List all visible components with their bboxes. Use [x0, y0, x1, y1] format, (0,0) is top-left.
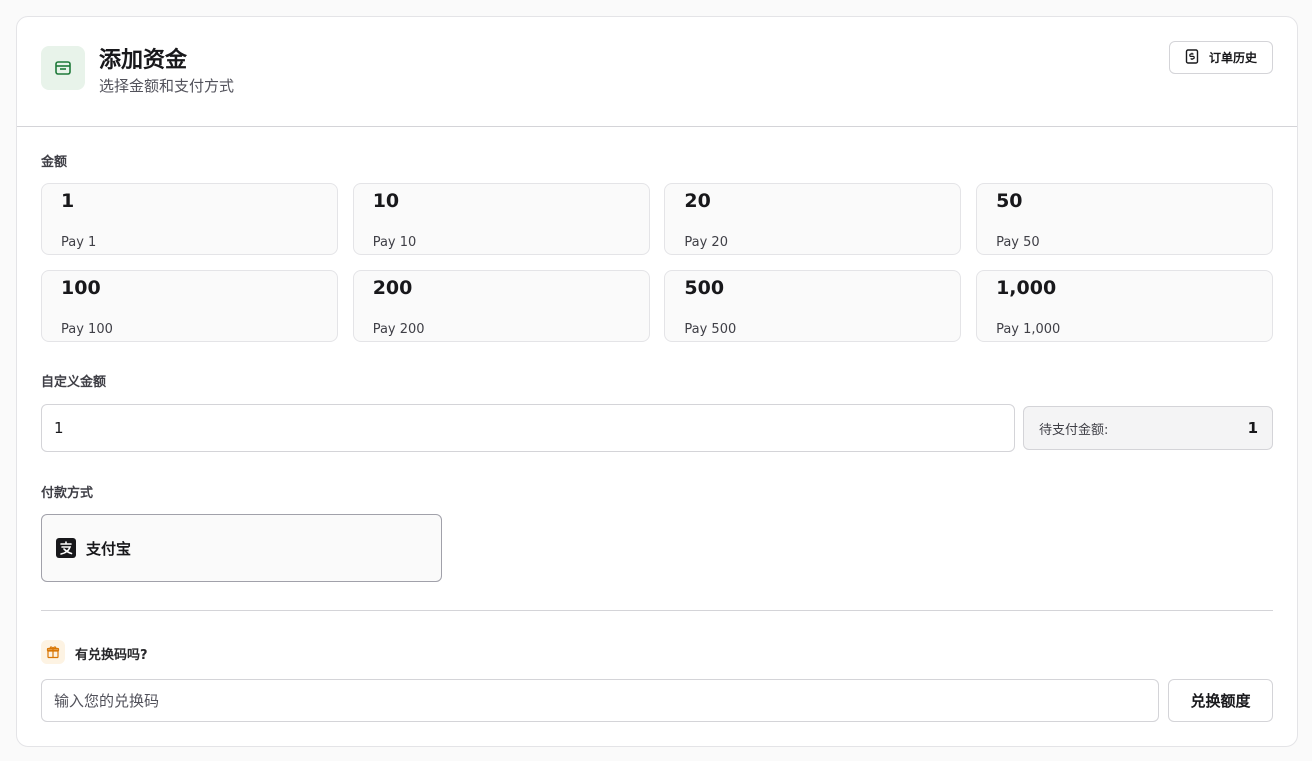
custom-amount-input[interactable] [41, 404, 1015, 452]
amount-option-200[interactable]: 200 Pay 200 [352, 270, 650, 342]
amount-option-1000[interactable]: 1,000 Pay 1,000 [976, 270, 1274, 342]
amount-option-1[interactable]: 1 Pay 1 [41, 183, 338, 255]
amount-value: 500 [684, 277, 725, 299]
wallet-icon [41, 46, 85, 90]
gift-icon [41, 640, 65, 664]
amount-option-100[interactable]: 100 Pay 100 [41, 270, 338, 342]
payment-method-alipay[interactable]: 支付宝 [41, 514, 442, 582]
amount-pay-label: Pay 100 [61, 322, 113, 337]
amount-option-500[interactable]: 500 Pay 500 [664, 270, 962, 342]
section-divider [41, 610, 1273, 611]
card-header: 添加资金 选择金额和支付方式 订单历史 [17, 17, 1297, 127]
amount-option-10[interactable]: 10 Pay 10 [352, 183, 650, 255]
amount-value: 200 [372, 277, 413, 299]
amount-value: 100 [61, 277, 101, 299]
amount-option-50[interactable]: 50 Pay 50 [976, 183, 1274, 255]
pending-amount-value: 1 [1247, 419, 1258, 437]
pending-amount-box: 待支付金额: 1 [1023, 406, 1273, 450]
amount-pay-label: Pay 200 [372, 322, 425, 337]
amount-options: 1 Pay 1 10 Pay 10 20 Pay 20 50 Pay 50 10… [41, 183, 1274, 342]
amount-pay-label: Pay 1,000 [996, 322, 1061, 337]
receipt-dollar-icon [1185, 48, 1199, 67]
amount-pay-label: Pay 500 [684, 322, 737, 337]
amount-value: 50 [996, 190, 1023, 212]
page-title: 添加资金 [99, 48, 188, 73]
redeem-question: 有兑换码吗? [75, 648, 148, 663]
alipay-icon [56, 538, 76, 558]
amount-pay-label: Pay 20 [684, 235, 728, 250]
amount-label: 金额 [41, 155, 68, 170]
amount-pay-label: Pay 50 [996, 235, 1040, 250]
order-history-button[interactable]: 订单历史 [1169, 41, 1273, 74]
payment-method-label: 付款方式 [41, 486, 94, 501]
amount-value: 1 [61, 190, 75, 212]
redeem-button[interactable]: 兑换额度 [1168, 679, 1273, 722]
amount-option-20[interactable]: 20 Pay 20 [664, 183, 962, 255]
order-history-label: 订单历史 [1208, 51, 1257, 65]
payment-method-name: 支付宝 [86, 539, 132, 558]
add-funds-card: 添加资金 选择金额和支付方式 订单历史 金额 1 Pay 1 10 Pay 10… [16, 16, 1298, 747]
page-subtitle: 选择金额和支付方式 [99, 77, 235, 95]
amount-value: 20 [684, 190, 711, 212]
amount-value: 10 [372, 190, 400, 212]
custom-amount-label: 自定义金额 [41, 375, 107, 390]
amount-value: 1,000 [996, 277, 1057, 299]
amount-pay-label: Pay 10 [372, 235, 417, 250]
amount-pay-label: Pay 1 [61, 235, 97, 250]
pending-amount-label: 待支付金额: [1039, 422, 1109, 438]
redeem-code-input[interactable] [41, 679, 1159, 722]
